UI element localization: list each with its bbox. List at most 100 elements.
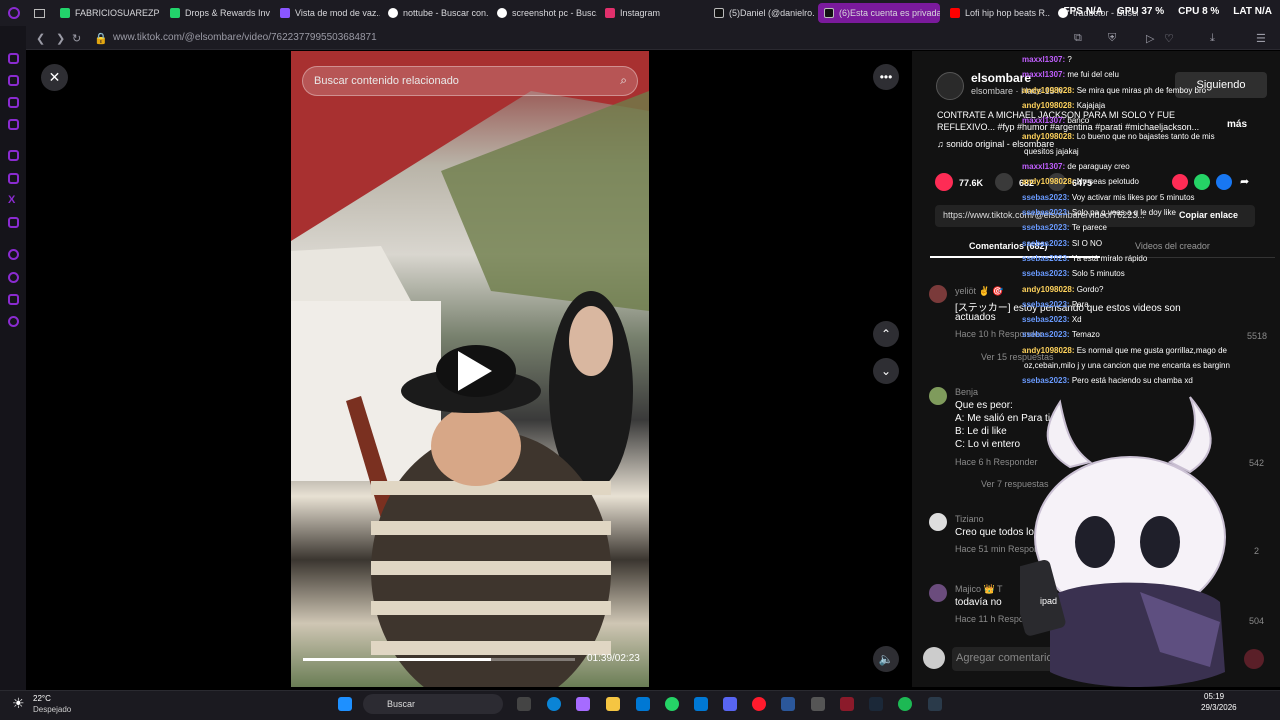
clock-icon[interactable]: [8, 272, 19, 283]
comment-avatar[interactable]: [929, 285, 947, 303]
sidebar-item-icon[interactable]: [8, 53, 19, 64]
creator-avatar[interactable]: [936, 72, 964, 100]
chat-text: Temazo: [1071, 330, 1100, 340]
clock-date[interactable]: 29/3/2026: [1201, 703, 1237, 712]
chat-message: ssebas2023: Temazo: [1022, 330, 1100, 339]
chat-username: andy1098028:: [1022, 100, 1077, 110]
more-link[interactable]: más: [1227, 119, 1247, 130]
sidebar-item-icon[interactable]: [8, 119, 19, 130]
speaker-icon: 🔈: [878, 652, 894, 666]
steam-icon[interactable]: [869, 697, 883, 711]
twitch-icon[interactable]: [8, 150, 19, 161]
back-icon[interactable]: ❮: [36, 32, 45, 45]
clock-time[interactable]: 05:19: [1204, 692, 1224, 701]
menu-icon[interactable]: ☰: [1256, 32, 1266, 45]
bookmark-icon[interactable]: ⧉: [1074, 32, 1082, 45]
comment-user[interactable]: Tiziano: [955, 514, 984, 524]
app-icon[interactable]: [811, 697, 825, 711]
x-icon[interactable]: X: [8, 195, 19, 206]
browser-menu-icon[interactable]: [8, 3, 22, 23]
comment-likes[interactable]: 2: [1254, 546, 1259, 556]
search-icon[interactable]: ⌕: [620, 73, 627, 88]
history-icon[interactable]: [8, 249, 19, 260]
tab-2[interactable]: Vista de mod de vaz...: [280, 3, 380, 23]
reload-icon[interactable]: ↻: [72, 32, 81, 45]
start-icon[interactable]: [338, 697, 352, 711]
video-player[interactable]: Buscar contenido relacionado ⌕ 01:39/02:…: [291, 51, 649, 687]
tab-1[interactable]: Drops & Rewards Inv...: [170, 3, 270, 23]
discord-icon[interactable]: [8, 217, 19, 228]
app-icon[interactable]: [928, 697, 942, 711]
forward-icon[interactable]: ❯: [56, 32, 65, 45]
comment-user[interactable]: yeliöt ✌ 🎯: [955, 286, 1003, 297]
comment-avatar[interactable]: [929, 387, 947, 405]
gpu-readout: GPU 37 %: [1116, 6, 1165, 17]
chat-text: Kajajaja: [1076, 100, 1106, 110]
folder-icon[interactable]: [606, 697, 620, 711]
copy-link-button[interactable]: Copiar enlace: [1179, 210, 1238, 220]
chat-message: andy1098028: Se mira que miras ph de fem…: [1022, 86, 1206, 95]
sidebar-item-icon[interactable]: [8, 75, 19, 86]
taskbar-search[interactable]: Buscar: [363, 694, 503, 714]
forward-share-icon[interactable]: ➦: [1240, 175, 1249, 188]
whatsapp-icon[interactable]: [8, 173, 19, 184]
task-view-icon[interactable]: [517, 697, 531, 711]
chat-text: banco: [1067, 116, 1090, 126]
comment-user[interactable]: Benja: [955, 387, 978, 397]
settings-icon[interactable]: [8, 316, 19, 327]
chat-text: Pero está haciendo su chamba xd: [1071, 376, 1193, 386]
app-icon[interactable]: [840, 697, 854, 711]
heart-icon[interactable]: ♡: [1164, 32, 1174, 45]
opera-icon[interactable]: [752, 697, 766, 711]
volume-button[interactable]: 🔈: [873, 646, 899, 672]
download-icon[interactable]: ⤓: [1210, 32, 1215, 45]
chat-username: ssebas2023:: [1022, 330, 1072, 340]
video-progress-bar[interactable]: [303, 658, 575, 661]
word-icon[interactable]: [781, 697, 795, 711]
play-icon[interactable]: ▷: [1146, 32, 1154, 45]
weather-icon[interactable]: ☀: [12, 695, 25, 712]
whatsapp-share-icon[interactable]: [1194, 174, 1210, 190]
tab-0[interactable]: FABRICIOSUAREZPD...: [60, 3, 160, 23]
hollow-knight-sticker: ipad: [1020, 396, 1226, 687]
tab-8[interactable]: Lofi hip hop beats R...: [950, 3, 1050, 23]
related-search-input[interactable]: Buscar contenido relacionado ⌕: [302, 66, 638, 96]
facebook-share-icon[interactable]: [1216, 174, 1232, 190]
more-options-button[interactable]: •••: [873, 64, 899, 90]
comment-icon[interactable]: [995, 173, 1013, 191]
whatsapp-app-icon[interactable]: [665, 697, 679, 711]
shield-icon[interactable]: ⛨: [1108, 32, 1116, 45]
mail-icon[interactable]: [636, 697, 650, 711]
next-video-button[interactable]: ⌄: [873, 358, 899, 384]
sidebar-item-icon[interactable]: [8, 97, 19, 108]
comment-avatar[interactable]: [929, 513, 947, 531]
close-button[interactable]: ✕: [41, 64, 68, 91]
tab-6[interactable]: (5)Daniel (@danielro...: [714, 3, 814, 23]
sidebar-toggle-icon[interactable]: [34, 3, 48, 23]
chat-text: ?: [1067, 55, 1072, 64]
tab-4[interactable]: screenshot pc - Busc...: [497, 3, 597, 23]
tab-7-active[interactable]: (6)Esta cuenta es privada: [818, 3, 940, 23]
comment-likes[interactable]: 5518: [1247, 331, 1267, 341]
store-icon[interactable]: [694, 697, 708, 711]
tab-creator-videos[interactable]: Videos del creador: [1135, 241, 1210, 251]
tab-3[interactable]: nottube - Buscar con...: [388, 3, 488, 23]
comment-text: actuados: [955, 312, 996, 323]
chat-username: ssebas2023:: [1022, 238, 1072, 248]
copilot-icon[interactable]: [576, 697, 590, 711]
comment-user[interactable]: Majico 👑 T: [955, 584, 1003, 595]
comment-likes[interactable]: 542: [1249, 458, 1264, 468]
extension-icon[interactable]: [8, 294, 19, 305]
spotify-icon[interactable]: [898, 697, 912, 711]
chat-message: ssebas2023: Xd: [1022, 315, 1082, 324]
edge-icon[interactable]: [547, 697, 561, 711]
like-icon[interactable]: [935, 173, 953, 191]
url-field[interactable]: www.tiktok.com/@elsombare/video/76223779…: [113, 32, 377, 43]
previous-video-button[interactable]: ⌃: [873, 321, 899, 347]
share-icon[interactable]: [1172, 174, 1188, 190]
comment-avatar[interactable]: [929, 584, 947, 602]
tab-5[interactable]: Instagram: [605, 3, 705, 23]
discord-app-icon[interactable]: [723, 697, 737, 711]
play-icon[interactable]: [458, 351, 492, 391]
comment-likes[interactable]: 504: [1249, 616, 1264, 626]
